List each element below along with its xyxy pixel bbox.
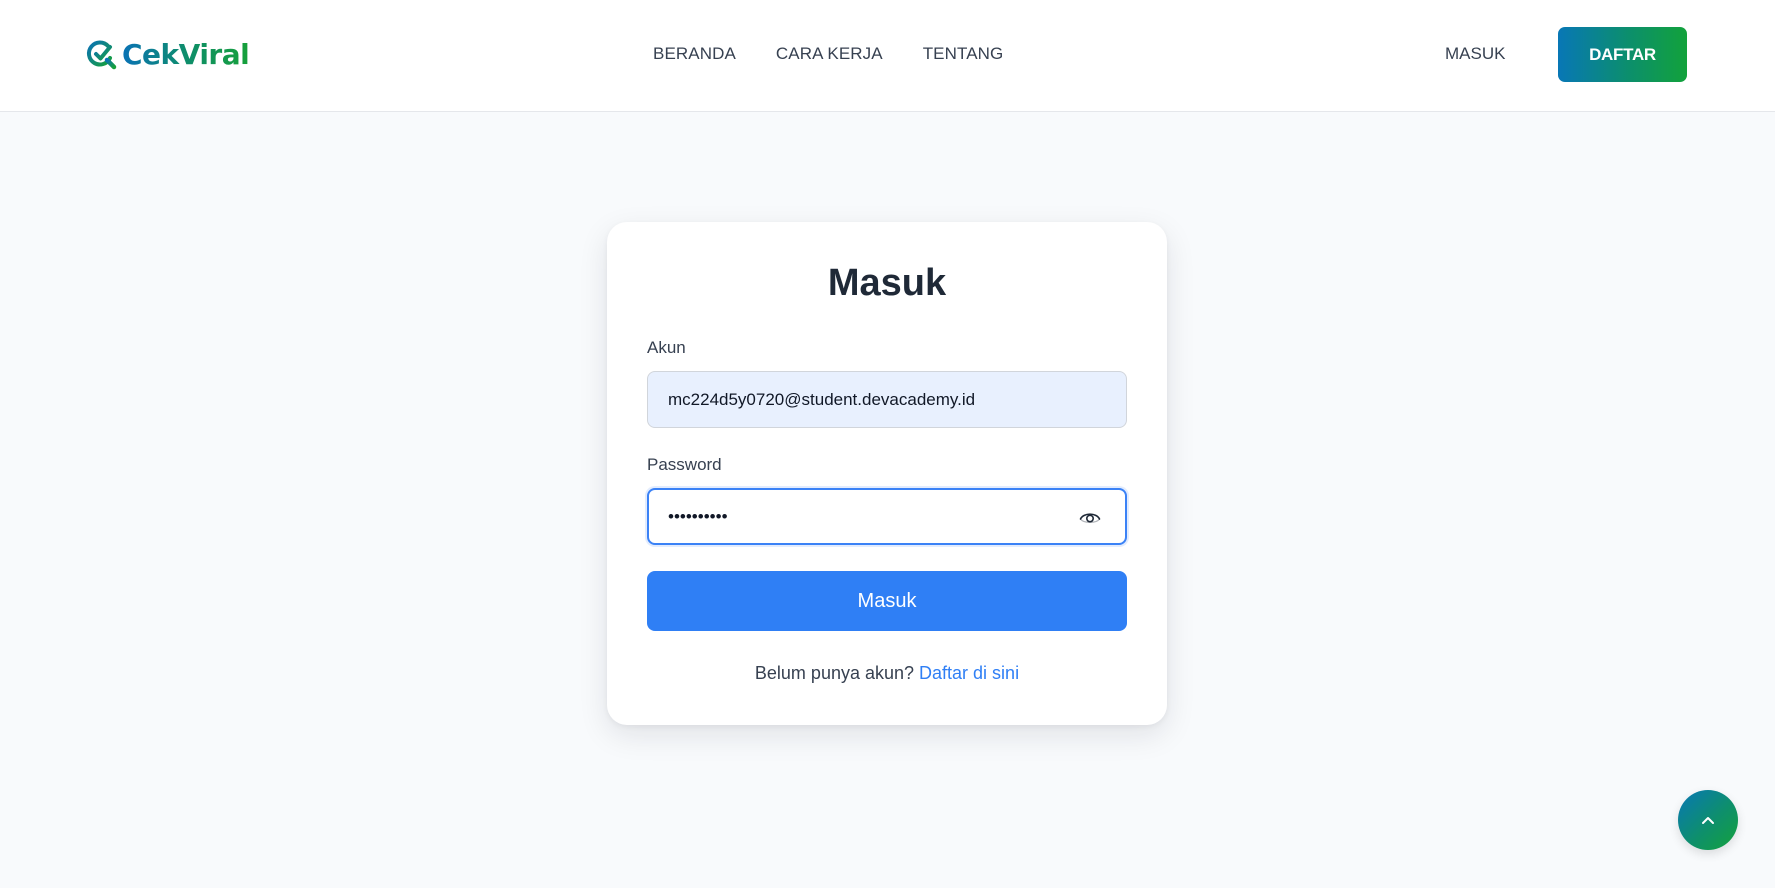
eye-icon[interactable] <box>1077 504 1103 530</box>
page-title: Masuk <box>827 262 947 304</box>
password-label: Password <box>647 455 722 474</box>
nav-login-link[interactable]: MASUK <box>1445 44 1505 64</box>
signup-prompt-text: Belum punya akun? <box>754 663 915 683</box>
register-button[interactable]: DAFTAR <box>1558 27 1687 82</box>
main-nav: BERANDA CARA KERJA TENTANG <box>653 44 1003 64</box>
account-label: Akun <box>647 338 686 357</box>
nav-link-cara-kerja[interactable]: CARA KERJA <box>776 44 883 64</box>
signup-prompt: Belum punya akun? Daftar di sini <box>607 663 1167 684</box>
top-navbar: CekViral BERANDA CARA KERJA TENTANG MASU… <box>0 0 1775 112</box>
nav-link-beranda[interactable]: BERANDA <box>653 44 736 64</box>
password-input[interactable] <box>647 488 1127 545</box>
account-input[interactable] <box>647 371 1127 428</box>
login-card: Masuk Akun Password Masuk Belum punya ak… <box>607 222 1167 725</box>
scroll-to-top-button[interactable] <box>1678 790 1738 850</box>
login-submit-button[interactable]: Masuk <box>647 571 1127 631</box>
chevron-up-icon <box>1702 817 1714 824</box>
logo-check-magnifier-icon <box>86 40 117 70</box>
brand-logo[interactable]: CekViral <box>86 36 250 72</box>
brand-name: CekViral <box>122 37 250 71</box>
nav-link-tentang[interactable]: TENTANG <box>923 44 1004 64</box>
signup-link[interactable]: Daftar di sini <box>919 663 1019 683</box>
